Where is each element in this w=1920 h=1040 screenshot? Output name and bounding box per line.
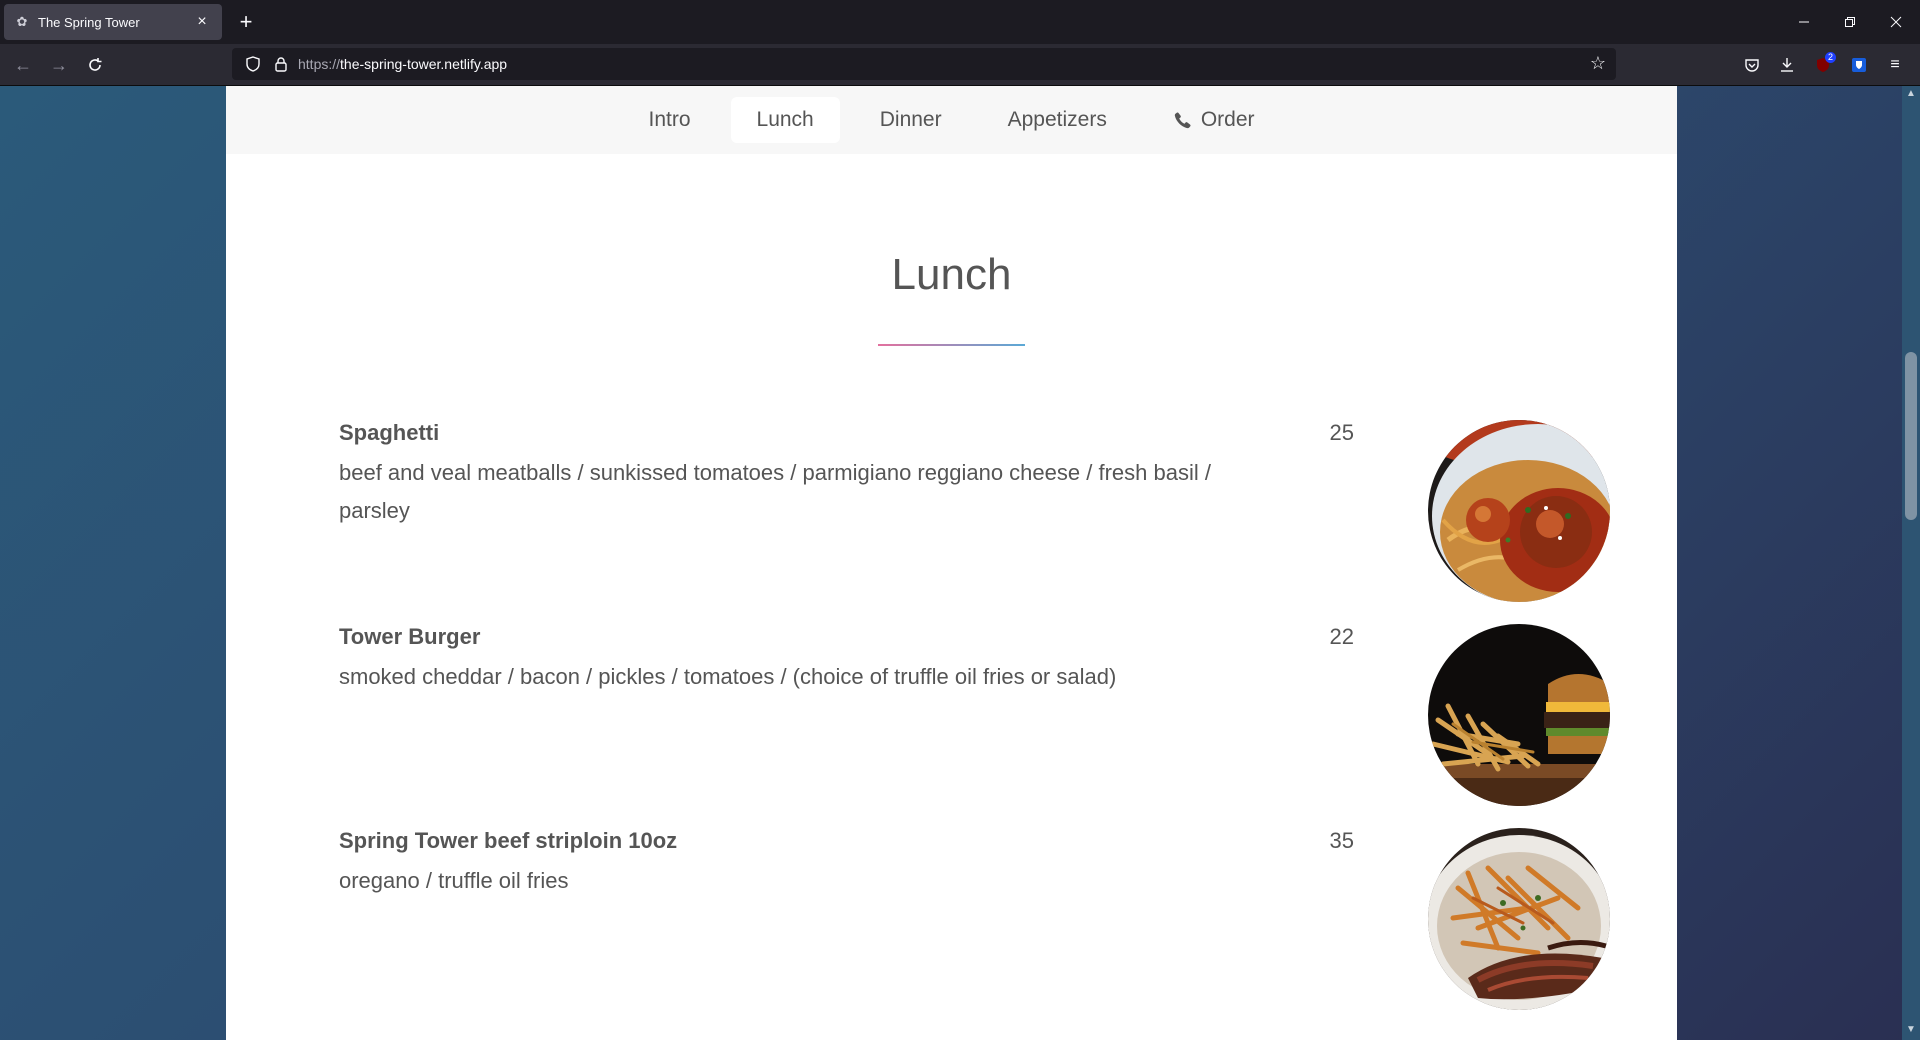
menu-item: Spaghetti 25 beef and veal meatballs / s… [339, 420, 1584, 602]
ublock-extension-button[interactable]: 2 [1808, 50, 1838, 80]
pocket-icon [1745, 59, 1759, 72]
url-host: the-spring-tower.netlify.app [340, 56, 508, 72]
menu-item: Spring Tower beef striploin 10oz 35 oreg… [339, 828, 1584, 1010]
download-icon [1781, 58, 1793, 72]
back-button[interactable]: ← [8, 50, 38, 80]
downloads-button[interactable] [1772, 50, 1802, 80]
nav-item-intro[interactable]: Intro [622, 97, 716, 143]
forward-button[interactable]: → [44, 50, 74, 80]
spaghetti-photo [1428, 420, 1610, 602]
scrollbar-thumb[interactable] [1905, 352, 1917, 520]
tab-title: The Spring Tower [38, 14, 140, 30]
close-window-button[interactable] [1873, 6, 1919, 38]
nav-item-lunch[interactable]: Lunch [730, 97, 840, 143]
lock-icon[interactable] [270, 53, 292, 75]
minimize-icon [1799, 21, 1809, 23]
dish-description: smoked cheddar / bacon / pickles / tomat… [339, 664, 1117, 689]
page-viewport: Intro Lunch Dinner Appetizers Order Lunc… [0, 86, 1920, 1040]
close-tab-icon[interactable]: × [192, 13, 212, 31]
minimize-button[interactable] [1781, 6, 1827, 38]
nav-item-dinner[interactable]: Dinner [854, 97, 968, 143]
browser-tab[interactable]: ✿ The Spring Tower × [4, 4, 222, 40]
steak-photo [1428, 828, 1610, 1010]
dish-description: beef and veal meatballs / sunkissed toma… [339, 460, 1211, 523]
restore-button[interactable] [1827, 6, 1873, 38]
dish-name: Tower Burger [339, 624, 481, 649]
close-icon [1890, 16, 1902, 28]
title-divider [878, 344, 1025, 346]
dish-name: Spaghetti [339, 420, 440, 445]
menu-navigation: Intro Lunch Dinner Appetizers Order [226, 86, 1677, 154]
address-bar[interactable]: https://the-spring-tower.netlify.app ☆ [232, 48, 1616, 80]
dish-name: Spring Tower beef striploin 10oz [339, 828, 678, 853]
pocket-button[interactable] [1737, 50, 1767, 80]
nav-item-label: Appetizers [1007, 108, 1107, 131]
dish-price: 22 [1329, 624, 1354, 649]
dish-description: oregano / truffle oil fries [339, 868, 569, 893]
dish-price: 25 [1329, 420, 1354, 445]
hamburger-menu-icon: ≡ [1890, 56, 1900, 73]
burger-photo [1428, 624, 1610, 806]
nav-item-label: Order [1200, 108, 1255, 131]
bitwarden-icon [1852, 58, 1866, 72]
restore-icon [1845, 17, 1855, 27]
scroll-down-icon[interactable]: ▼ [1904, 1024, 1918, 1038]
arrow-right-icon: → [50, 54, 68, 75]
reload-icon [89, 58, 102, 71]
content-container: Intro Lunch Dinner Appetizers Order Lunc… [226, 86, 1677, 1040]
url-scheme: https:// [298, 56, 341, 72]
shield-icon[interactable] [242, 53, 264, 75]
nav-item-label: Dinner [879, 108, 942, 131]
new-tab-button[interactable]: + [232, 8, 260, 36]
nav-item-label: Lunch [756, 108, 814, 131]
app-menu-button[interactable]: ≡ [1880, 50, 1910, 80]
bitwarden-extension-button[interactable] [1844, 50, 1874, 80]
arrow-left-icon: ← [14, 54, 32, 75]
page-scrollbar[interactable]: ▲ ▼ [1902, 86, 1920, 1040]
reload-button[interactable] [80, 50, 110, 80]
site-favicon-icon: ✿ [16, 14, 28, 29]
bookmark-star-icon[interactable]: ☆ [1590, 53, 1606, 74]
dish-price: 35 [1329, 828, 1354, 853]
phone-icon [1174, 112, 1191, 129]
scroll-up-icon[interactable]: ▲ [1904, 88, 1918, 102]
extension-badge: 2 [1824, 52, 1836, 63]
nav-item-label: Intro [648, 108, 691, 131]
tab-strip: ✿ The Spring Tower × + [0, 0, 1920, 44]
nav-item-order[interactable]: Order [1147, 97, 1281, 143]
section-title: Lunch [891, 250, 1012, 299]
navigation-toolbar: ← → https://the-spring-tower.netlify.app… [0, 44, 1920, 86]
menu-item: Tower Burger 22 smoked cheddar / bacon /… [339, 624, 1584, 806]
nav-item-appetizers[interactable]: Appetizers [982, 97, 1133, 143]
